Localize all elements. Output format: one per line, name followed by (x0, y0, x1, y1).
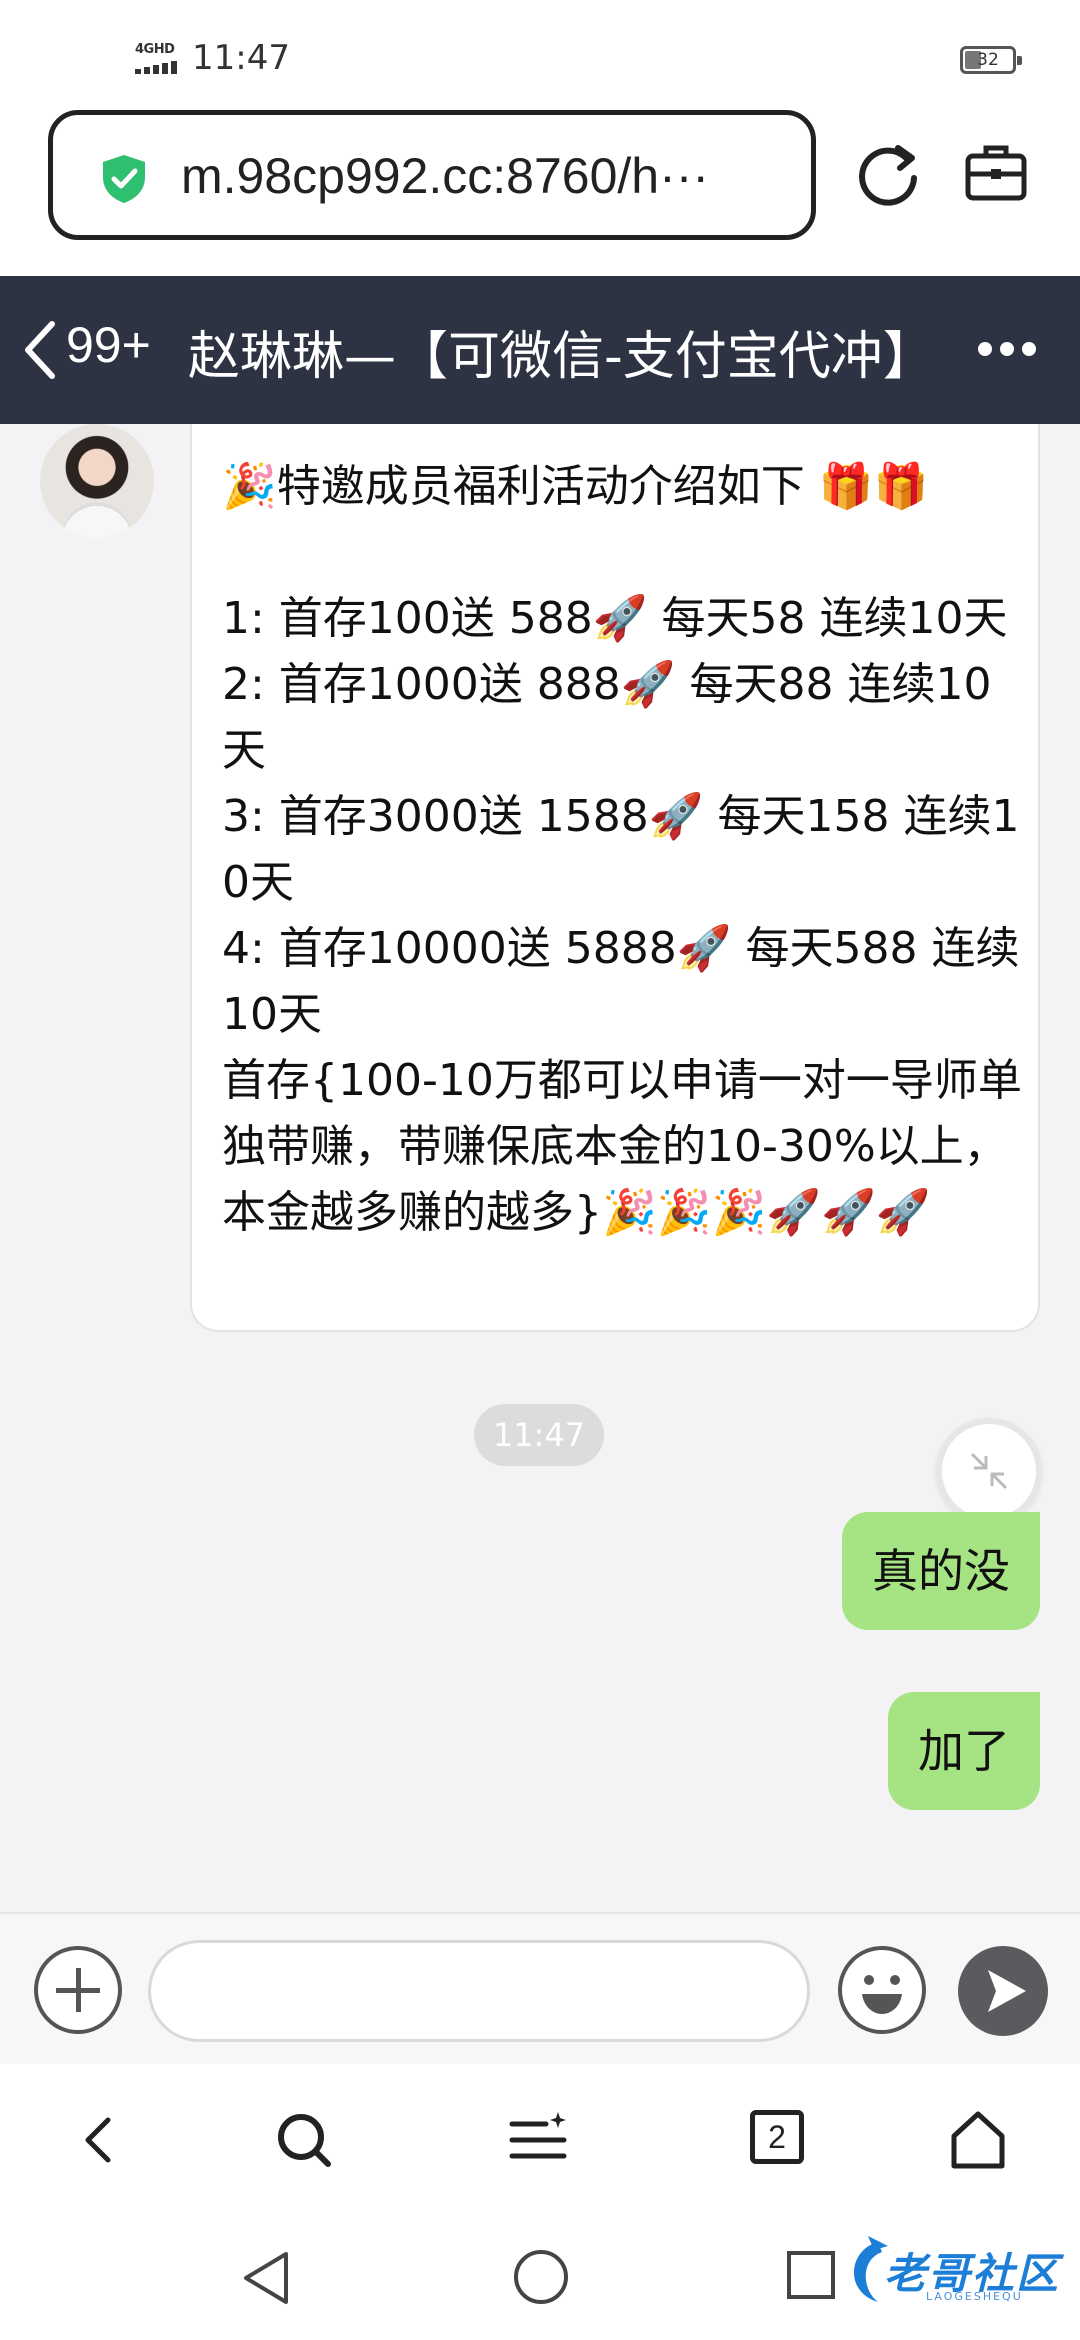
message-timestamp: 11:47 (474, 1404, 604, 1466)
message-input[interactable] (148, 1940, 810, 2042)
address-bar[interactable]: m.98cp992.cc:8760/h··· (48, 110, 816, 240)
status-time: 11:47 (192, 38, 290, 78)
battery-level: 32 (977, 50, 999, 70)
incoming-message-bubble: 🎉特邀成员福利活动介绍如下 🎁🎁 1: 首存100送 588🚀 每天58 连续1… (190, 424, 1040, 1332)
watermark-logo: 老哥社区 LAOGESHEQU (838, 2232, 1078, 2312)
unread-count[interactable]: 99+ (66, 316, 151, 374)
status-bar: 4GHD 11:47 32 (0, 0, 1080, 100)
send-icon[interactable] (958, 1946, 1048, 2036)
watermark-subtext: LAOGESHEQU (926, 2290, 1023, 2303)
reload-icon[interactable] (856, 138, 922, 208)
collapse-icon (970, 1452, 1008, 1490)
network-type: 4GHD (135, 42, 175, 57)
shield-icon (103, 155, 145, 203)
browser-bottom-nav: 2 (0, 2064, 1080, 2214)
avatar[interactable] (40, 424, 154, 538)
toolbox-icon[interactable] (964, 142, 1028, 202)
menu-icon[interactable] (506, 2108, 570, 2172)
back-icon[interactable] (68, 2108, 132, 2172)
nav-home-icon[interactable] (512, 2248, 570, 2306)
emoji-icon[interactable] (838, 1946, 926, 2034)
nav-back-icon[interactable] (238, 2248, 294, 2308)
chat-title: 赵琳琳—【可微信-支付宝代冲】 (188, 327, 935, 387)
outgoing-message: 加了 (888, 1692, 1040, 1810)
signal-icon: 4GHD (135, 42, 183, 76)
chat-input-bar (0, 1912, 1080, 2064)
incoming-message-text: 🎉特邀成员福利活动介绍如下 🎁🎁 1: 首存100送 588🚀 每天58 连续1… (222, 461, 1022, 1238)
browser-toolbar: m.98cp992.cc:8760/h··· (0, 100, 1080, 276)
more-icon[interactable] (978, 342, 1036, 358)
plus-icon[interactable] (34, 1946, 122, 2034)
nav-recents-icon[interactable] (786, 2250, 836, 2300)
search-icon[interactable] (272, 2108, 336, 2172)
tabs-button[interactable]: 2 (750, 2110, 804, 2164)
battery-icon: 32 (960, 46, 1022, 74)
chevron-left-icon[interactable] (18, 316, 62, 384)
collapse-button[interactable] (936, 1418, 1042, 1524)
url-text[interactable]: m.98cp992.cc:8760/h··· (181, 147, 781, 205)
outgoing-message: 真的没 (842, 1512, 1040, 1630)
home-icon[interactable] (946, 2108, 1010, 2172)
chat-header: 99+ 赵琳琳—【可微信-支付宝代冲】 (0, 276, 1080, 424)
